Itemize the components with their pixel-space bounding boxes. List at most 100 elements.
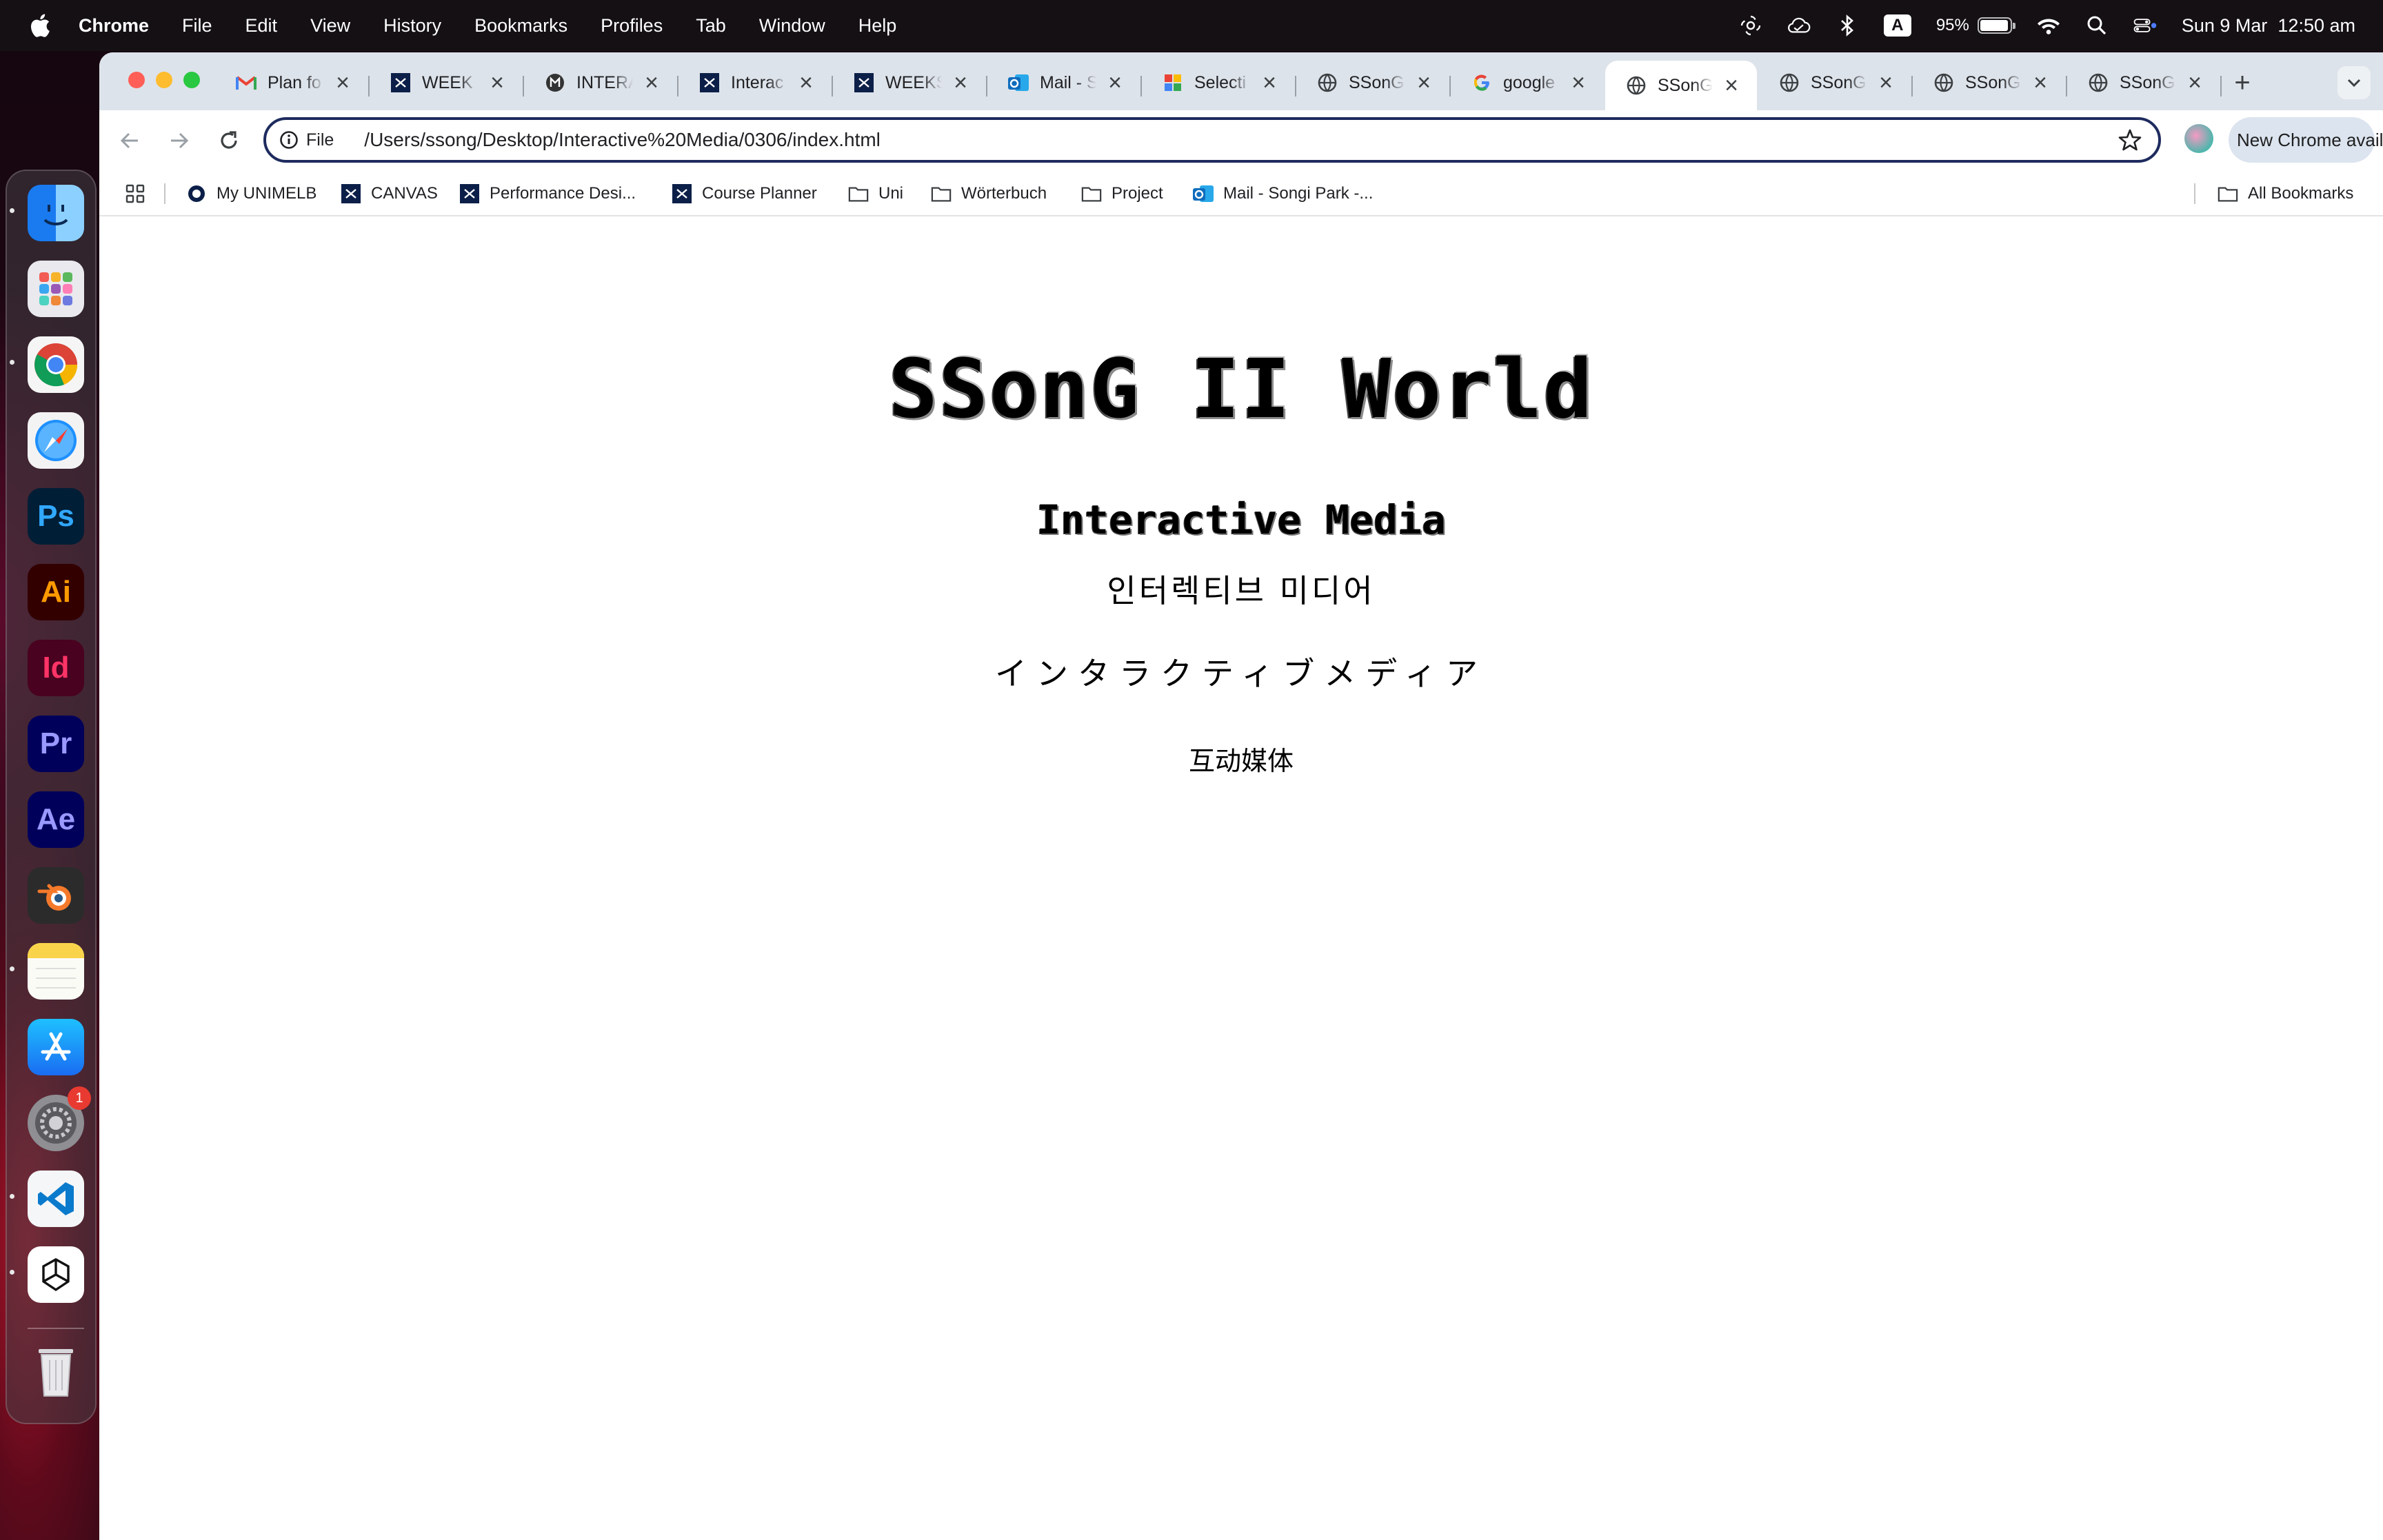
tab-close-icon[interactable]: ×: [1105, 70, 1125, 96]
browser-tab[interactable]: SSonG ×: [1296, 62, 1449, 103]
window-close-button[interactable]: [128, 72, 145, 88]
menubar-clock[interactable]: Sun 9 Mar 12:50 am: [2182, 15, 2355, 37]
battery-status[interactable]: 95%: [1936, 16, 2015, 35]
browser-tab[interactable]: SSonG ×: [2067, 62, 2220, 103]
bookmark-item[interactable]: Course Planner: [672, 172, 817, 215]
browser-tab[interactable]: INTERA ×: [524, 62, 677, 103]
browser-tab[interactable]: WEEKS ×: [833, 62, 986, 103]
menu-bookmarks[interactable]: Bookmarks: [474, 15, 567, 37]
tab-close-icon[interactable]: ×: [950, 70, 971, 96]
bookmark-item[interactable]: My UNIMELB: [186, 172, 316, 215]
window-minimize-button[interactable]: [156, 72, 172, 88]
tab-close-icon[interactable]: ×: [2030, 70, 2051, 96]
tab-close-icon[interactable]: ×: [1414, 70, 1434, 96]
running-indicator: [10, 360, 14, 365]
menu-view[interactable]: View: [310, 15, 350, 37]
url-text[interactable]: /Users/ssong/Desktop/Interactive%20Media…: [364, 129, 2117, 151]
menu-edit[interactable]: Edit: [245, 15, 278, 37]
illustrator-icon[interactable]: Ai: [28, 564, 84, 620]
apps-grid-icon[interactable]: [125, 172, 145, 215]
browser-tab[interactable]: WEEK 7 ×: [370, 62, 523, 103]
bookmarks-separator: [2194, 183, 2195, 204]
launchpad-icon[interactable]: [28, 261, 84, 317]
new-chrome-available-button[interactable]: New Chrome available: [2229, 117, 2383, 163]
new-tab-plus-icon[interactable]: +: [2229, 68, 2256, 98]
security-chip[interactable]: File: [306, 130, 334, 150]
trash-icon[interactable]: [28, 1343, 84, 1399]
browser-tab[interactable]: SSonG ×: [1758, 62, 1911, 103]
bookmark-item[interactable]: Performance Desi...: [459, 172, 636, 215]
tab-close-icon[interactable]: ×: [2184, 70, 2205, 96]
window-zoom-button[interactable]: [183, 72, 200, 88]
apple-menu-icon[interactable]: [28, 13, 52, 38]
battery-icon: [1977, 17, 2015, 34]
tab-title: SSonG: [1658, 75, 1713, 95]
tab-close-icon[interactable]: ×: [641, 70, 662, 96]
bookmark-folder[interactable]: Uni: [848, 172, 903, 215]
browser-tab[interactable]: Plan fo ×: [215, 62, 368, 103]
chrome-window: Plan fo × WEEK 7 × INTERA × Interac × WE…: [99, 52, 2383, 1540]
browser-tab[interactable]: SSonG ×: [1913, 62, 2066, 103]
japanese-heading: インタラクティブメディア: [994, 655, 1488, 692]
wifi-icon[interactable]: [2037, 14, 2060, 37]
cloud-sync-icon[interactable]: [1787, 14, 1811, 37]
finder-icon[interactable]: [28, 185, 84, 241]
menu-history[interactable]: History: [383, 15, 441, 37]
tab-close-icon[interactable]: ×: [1721, 72, 1742, 99]
aftereffects-icon[interactable]: Ae: [28, 791, 84, 848]
menu-window[interactable]: Window: [759, 15, 825, 37]
control-center-icon[interactable]: [2133, 14, 2157, 37]
back-arrow-icon[interactable]: [113, 124, 146, 157]
menu-help[interactable]: Help: [858, 15, 897, 37]
settings-badge: 1: [68, 1086, 91, 1110]
input-source-indicator[interactable]: A: [1883, 14, 1911, 37]
bluetooth-icon[interactable]: [1836, 14, 1859, 37]
all-bookmarks-folder[interactable]: All Bookmarks: [2218, 172, 2353, 215]
forward-arrow-icon[interactable]: [163, 124, 196, 157]
browser-tab[interactable]: Selecti ×: [1142, 62, 1295, 103]
tab-search-chevron-icon[interactable]: [2337, 66, 2371, 99]
notes-icon[interactable]: [28, 943, 84, 1000]
tab-close-icon[interactable]: ×: [487, 70, 507, 96]
tab-close-icon[interactable]: ×: [796, 70, 816, 96]
profile-avatar[interactable]: [2184, 124, 2213, 153]
browser-tab-active[interactable]: SSonG ×: [1605, 61, 1757, 110]
browser-tab[interactable]: Mail - S ×: [987, 62, 1140, 103]
bookmark-item[interactable]: CANVAS: [341, 172, 438, 215]
chrome-icon[interactable]: [28, 336, 84, 393]
chatgpt-icon[interactable]: [28, 1246, 84, 1303]
appstore-icon[interactable]: [28, 1019, 84, 1075]
reload-icon[interactable]: [212, 124, 245, 157]
safari-icon[interactable]: [28, 412, 84, 469]
site-info-icon[interactable]: [279, 130, 299, 150]
photoshop-icon[interactable]: Ps: [28, 488, 84, 545]
bookmark-folder[interactable]: Project: [1081, 172, 1163, 215]
menu-file[interactable]: File: [182, 15, 212, 37]
bookmark-star-icon[interactable]: [2117, 127, 2143, 153]
chatgpt-menubar-icon[interactable]: [1739, 14, 1762, 37]
dock-separator: [28, 1328, 84, 1329]
bookmark-item[interactable]: Mail - Songi Park -...: [1193, 172, 1373, 215]
folder-icon: [848, 183, 869, 204]
premiere-icon[interactable]: Pr: [28, 716, 84, 772]
all-bookmarks-label: All Bookmarks: [2248, 184, 2354, 203]
tab-close-icon[interactable]: ×: [1259, 70, 1280, 96]
bookmark-folder[interactable]: Wörterbuch: [931, 172, 1047, 215]
vscode-icon[interactable]: [28, 1171, 84, 1227]
indesign-icon[interactable]: Id: [28, 640, 84, 696]
page-subtitle: Interactive Media: [1036, 496, 1446, 543]
browser-tab[interactable]: google ×: [1451, 62, 1604, 103]
settings-icon[interactable]: 1: [28, 1086, 91, 1151]
blender-icon[interactable]: [28, 867, 84, 924]
tab-close-icon[interactable]: ×: [1568, 70, 1589, 96]
spotlight-search-icon[interactable]: [2085, 14, 2109, 37]
menu-profiles[interactable]: Profiles: [601, 15, 663, 37]
tab-close-icon[interactable]: ×: [332, 70, 353, 96]
miro-icon: [545, 72, 565, 93]
menu-tab[interactable]: Tab: [696, 15, 726, 37]
tab-close-icon[interactable]: ×: [1876, 70, 1896, 96]
address-bar[interactable]: File /Users/ssong/Desktop/Interactive%20…: [263, 117, 2161, 163]
browser-tab[interactable]: Interac ×: [678, 62, 832, 103]
menu-app-name[interactable]: Chrome: [79, 15, 149, 37]
bookmark-label: Project: [1112, 184, 1163, 203]
